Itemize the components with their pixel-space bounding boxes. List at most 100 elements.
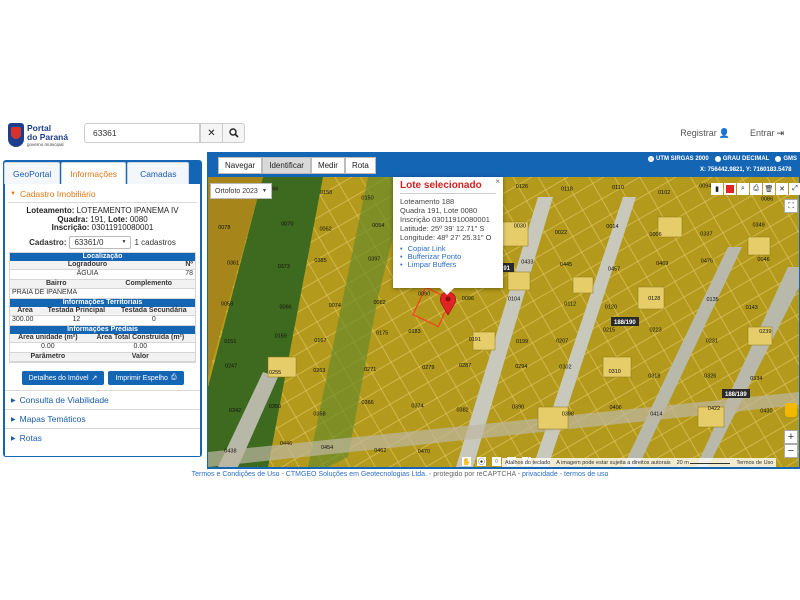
zoom-in-button[interactable]: + <box>784 430 798 444</box>
lot-number-label: 0271 <box>364 367 376 373</box>
close-popup-button[interactable]: × <box>495 177 500 186</box>
prediais-table: Área unidade (m²) Área Total Construída (… <box>10 333 195 363</box>
detalhes-imovel-button[interactable]: Detalhes do Imóvel ↗ <box>22 371 104 385</box>
logo-line-2: do Paraná <box>27 131 69 142</box>
chevron-right-icon: ▶ <box>11 397 16 404</box>
trash-icon[interactable]: 🗑 <box>763 183 775 195</box>
lot-number-label: 0445 <box>560 262 572 268</box>
red-square-icon[interactable] <box>724 183 736 195</box>
lot-number-label: 0207 <box>556 339 568 345</box>
terms-of-use-link[interactable]: Termos de Uso <box>736 460 773 466</box>
tool-navegar[interactable]: Navegar <box>218 157 263 174</box>
map-attribution: Atalhos do teclado A imagem pode estar s… <box>502 458 777 467</box>
lot-number-label: 0422 <box>708 406 720 412</box>
privacy-link[interactable]: privacidade <box>522 471 558 478</box>
lot-number-label: 0054 <box>372 223 384 229</box>
login-link[interactable]: Entrar ⇥ <box>750 128 784 139</box>
accordion-cadastro-imobiliario[interactable]: ▼ Cadastro Imobiliário <box>5 188 200 200</box>
lot-number-label: 0398 <box>562 412 574 418</box>
map-tool-strip: ▮ ⌕ ⎙ 🗑 ✕ ⤢ <box>711 183 800 195</box>
lot-number-label: 0070 <box>281 222 293 228</box>
lot-number-label: 0086 <box>761 197 773 203</box>
portal-logo[interactable]: Portal do Paraná governo municipal <box>8 122 70 148</box>
chevron-right-icon: ▶ <box>11 416 16 423</box>
lot-number-label: 0128 <box>648 296 660 302</box>
accordion-mapas-tematicos[interactable]: ▶ Mapas Temáticos <box>5 409 200 428</box>
lot-number-label: 0433 <box>521 260 533 266</box>
lot-number-label: 0279 <box>422 365 434 371</box>
hand-icon[interactable]: ✋ <box>462 457 471 466</box>
register-link[interactable]: Registrar 👤 <box>680 128 730 139</box>
search-button[interactable] <box>222 123 245 143</box>
lot-number-label: 0263 <box>313 368 325 374</box>
aerial-map[interactable]: 188/190 188/189 191 01740166015801500126… <box>208 177 799 467</box>
lot-number-label: 0167 <box>314 338 326 344</box>
side-tabs: GeoPortal Informações Camadas <box>4 162 190 184</box>
lot-number-label: 0102 <box>658 190 670 196</box>
territoriais-header: Informações Territoriais <box>10 298 195 307</box>
lot-number-label: 0090 <box>418 291 430 297</box>
imprimir-espelho-button[interactable]: Imprimir Espelho ⎙ <box>108 371 184 385</box>
lot-number-label: 0469 <box>656 261 668 267</box>
radio-gms[interactable]: GMS <box>775 156 797 162</box>
lot-number-label: 0158 <box>320 190 332 196</box>
caret-down-icon: ▼ <box>262 188 267 194</box>
tool-medir[interactable]: Medir <box>310 157 345 174</box>
lot-number-label: 0457 <box>608 267 620 273</box>
lot-number-label: 0143 <box>746 305 758 311</box>
cadastro-select[interactable]: 63361/0 ▼ <box>69 235 132 249</box>
clear-buffers-link[interactable]: Limpar Buffers <box>400 261 496 269</box>
accordion-consulta-viabilidade[interactable]: ▶ Consulta de Viabilidade <box>5 390 200 409</box>
tab-informacoes[interactable]: Informações <box>61 162 127 184</box>
lot-number-label: 0470 <box>418 449 430 455</box>
inscricao-line: Inscrição: 03011910080001 <box>51 223 154 232</box>
print-icon[interactable]: ⎙ <box>750 183 762 195</box>
search-input[interactable] <box>84 123 200 143</box>
street-view-pegman-icon[interactable] <box>785 403 797 417</box>
lot-number-label: 0318 <box>648 374 660 380</box>
lot-number-label: 0446 <box>280 441 292 447</box>
tool-identificar[interactable]: Identificar <box>262 157 311 174</box>
marker-icon[interactable]: ⦿ <box>477 457 486 466</box>
lot-number-label: 0406 <box>610 405 622 411</box>
lot-number-label: 0120 <box>605 304 617 310</box>
coordinate-readout: X: 756442.9821, Y: 7160183.5478 <box>700 167 792 173</box>
lot-number-label: 0397 <box>368 256 380 262</box>
terms-conditions-link[interactable]: Termos e Condições de Uso <box>192 471 280 478</box>
accordion-rotas[interactable]: ▶ Rotas <box>5 428 200 447</box>
header-links: Registrar 👤 Entrar ⇥ <box>680 128 784 139</box>
signal-icon[interactable]: ▮ <box>711 183 723 195</box>
info-panel: ▼ Cadastro Imobiliário Loteamento: LOTEA… <box>5 184 200 456</box>
radio-grau-decimal[interactable]: GRAU DECIMAL <box>714 156 769 162</box>
lot-number-label: 0361 <box>227 261 239 267</box>
lot-number-label: 0046 <box>757 257 769 263</box>
clear-search-button[interactable]: ✕ <box>200 123 223 143</box>
logo-line-3: governo municipal <box>27 141 64 147</box>
lot-number-label: 0430 <box>760 409 772 415</box>
circle-icon[interactable]: ○ <box>492 457 501 466</box>
caret-down-icon: ▼ <box>121 239 127 245</box>
radio-utm[interactable]: UTM SIRGAS 2000 <box>648 156 709 162</box>
company-link[interactable]: CTMGEO Soluções em Geotecnologias Ltda. <box>286 471 427 478</box>
terms-link[interactable]: termos de uso <box>564 471 608 478</box>
lot-number-label: 0074 <box>329 303 341 309</box>
tab-geoportal[interactable]: GeoPortal <box>4 162 61 184</box>
zoom-search-icon[interactable]: ⌕ <box>737 183 749 195</box>
lot-number-label: 0231 <box>706 339 718 345</box>
zoom-out-button[interactable]: − <box>784 444 798 458</box>
lot-number-label: 0078 <box>218 225 230 231</box>
territoriais-table: Área Testada Principal Testada Secundária … <box>10 306 195 326</box>
keyboard-shortcuts-link[interactable]: Atalhos do teclado <box>505 460 550 466</box>
expand-icon[interactable]: ⤢ <box>789 183 800 195</box>
tool-rota[interactable]: Rota <box>344 157 376 174</box>
basemap-select[interactable]: Ortofoto 2023 ▼ <box>210 183 272 199</box>
close-tool-icon[interactable]: ✕ <box>776 183 788 195</box>
lot-number-label: 0358 <box>313 411 325 417</box>
popup-links: Copiar Link Bufferizar Ponto Limpar Buff… <box>400 245 496 269</box>
lot-number-label: 0159 <box>275 334 287 340</box>
localizacao-table: Logradouro Nº ÁGUIA 78 Bairro Complemento P… <box>10 260 195 299</box>
popup-line: Longitude: 48º 27' 25.31" O <box>400 233 492 242</box>
fullscreen-button[interactable]: ⛶ <box>784 199 798 213</box>
external-link-icon: ↗ <box>91 375 98 382</box>
tab-camadas[interactable]: Camadas <box>127 162 190 184</box>
